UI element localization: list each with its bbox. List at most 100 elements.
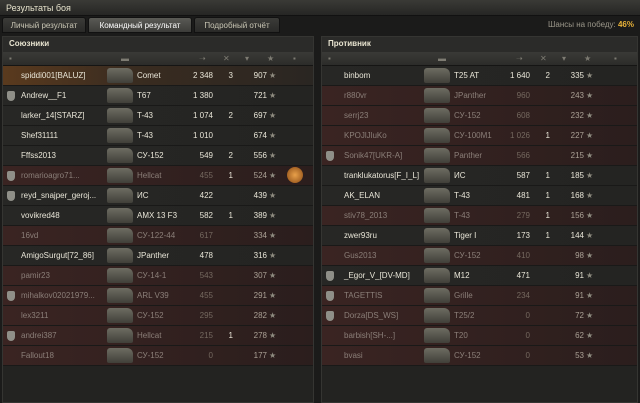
damage-value: 2 348 bbox=[192, 71, 213, 80]
player-row[interactable]: Sonik47[UKR-A] Panther 566 215 ★ bbox=[322, 146, 637, 166]
damage-value: 173 bbox=[516, 231, 530, 240]
tank-name: M12 bbox=[454, 271, 470, 280]
player-row[interactable]: tranklukatorus[F_I_L] ИС 587 1 185 ★ bbox=[322, 166, 637, 186]
damage-value: 279 bbox=[516, 211, 530, 220]
player-name[interactable]: _Egor_V_[DV-MD] bbox=[344, 271, 410, 280]
player-name[interactable]: binbom bbox=[344, 71, 370, 80]
player-row[interactable]: Dorza[DS_WS] T25/2 0 72 ★ bbox=[322, 306, 637, 326]
player-name[interactable]: Sonik47[UKR-A] bbox=[344, 151, 402, 160]
xp-value: 215 bbox=[570, 151, 584, 160]
player-name[interactable]: tranklukatorus[F_I_L] bbox=[344, 171, 419, 180]
player-row[interactable]: Andrew__F1 T67 1 380 721 ★ bbox=[3, 86, 313, 106]
star-icon: ★ bbox=[269, 311, 277, 320]
player-name[interactable]: TAGETTIS bbox=[344, 291, 383, 300]
damage-col-icon[interactable]: ➝ bbox=[199, 54, 206, 63]
medal-col-icon: ▪ bbox=[293, 54, 296, 63]
player-name[interactable]: vovikred48 bbox=[21, 211, 60, 220]
player-row[interactable]: TAGETTIS Grille 234 91 ★ bbox=[322, 286, 637, 306]
player-name[interactable]: AK_ELAN bbox=[344, 191, 380, 200]
player-row[interactable]: _Egor_V_[DV-MD] M12 471 91 ★ bbox=[322, 266, 637, 286]
tank-icon bbox=[107, 208, 133, 223]
tank-icon bbox=[107, 268, 133, 283]
player-row[interactable]: Fallout18 СУ-152 0 177 ★ bbox=[3, 346, 313, 366]
tab-personal-result[interactable]: Личный результат bbox=[2, 17, 86, 33]
tab-detailed-report[interactable]: Подробный отчёт bbox=[194, 17, 280, 33]
tank-icon bbox=[424, 68, 450, 83]
player-name[interactable]: andrei387 bbox=[21, 331, 57, 340]
player-row[interactable]: mihalkov02021979... ARL V39 455 291 ★ bbox=[3, 286, 313, 306]
player-name[interactable]: r880vr bbox=[344, 91, 367, 100]
player-name[interactable]: reyd_snajper_geroj... bbox=[21, 191, 96, 200]
title-bar: Результаты боя bbox=[0, 0, 640, 16]
player-name[interactable]: lex3211 bbox=[21, 311, 48, 320]
player-name[interactable]: serrj23 bbox=[344, 111, 368, 120]
player-name[interactable]: bvasi bbox=[344, 351, 363, 360]
tab-team-result[interactable]: Командный результат bbox=[88, 17, 192, 33]
player-row[interactable]: AK_ELAN T-43 481 1 168 ★ bbox=[322, 186, 637, 206]
player-row[interactable]: 16vd СУ-122-44 617 334 ★ bbox=[3, 226, 313, 246]
player-row[interactable]: binbom T25 AT 1 640 2 335 ★ bbox=[322, 66, 637, 86]
xp-col-icon[interactable]: ▾ bbox=[562, 54, 566, 63]
frags-value: 2 bbox=[228, 151, 233, 160]
player-row[interactable]: spiddi001[BALUZ] Comet 2 348 3 907 ★ bbox=[3, 66, 313, 86]
tank-icon bbox=[424, 268, 450, 283]
player-row[interactable]: lex3211 СУ-152 295 282 ★ bbox=[3, 306, 313, 326]
player-row[interactable]: Gus2013 СУ-152 410 98 ★ bbox=[322, 246, 637, 266]
player-name[interactable]: spiddi001[BALUZ] bbox=[21, 71, 85, 80]
player-name[interactable]: romarioagro71... bbox=[21, 171, 80, 180]
player-name[interactable]: Fallout18 bbox=[21, 351, 54, 360]
player-name[interactable]: barbish[SH-...] bbox=[344, 331, 395, 340]
star-col-icon[interactable]: ★ bbox=[267, 54, 274, 63]
player-name[interactable]: larker_14[STARZ] bbox=[21, 111, 84, 120]
player-row[interactable]: stiv78_2013 T-43 279 1 156 ★ bbox=[322, 206, 637, 226]
player-name[interactable]: stiv78_2013 bbox=[344, 211, 387, 220]
player-row[interactable]: Fffss2013 СУ-152 549 2 556 ★ bbox=[3, 146, 313, 166]
damage-col-icon[interactable]: ➝ bbox=[516, 54, 523, 63]
platoon-badge-icon bbox=[7, 331, 15, 341]
player-row[interactable]: barbish[SH-...] T20 0 62 ★ bbox=[322, 326, 637, 346]
player-name[interactable]: AmigoSurgut[72_86] bbox=[21, 251, 94, 260]
damage-value: 1 026 bbox=[509, 131, 530, 140]
player-row[interactable]: AmigoSurgut[72_86] JPanther 478 316 ★ bbox=[3, 246, 313, 266]
player-name[interactable]: 16vd bbox=[21, 231, 38, 240]
tank-icon bbox=[424, 88, 450, 103]
player-row[interactable]: zwer93ru Tiger I 173 1 144 ★ bbox=[322, 226, 637, 246]
xp-value: 907 bbox=[253, 71, 267, 80]
tank-name: СУ-122-44 bbox=[137, 231, 176, 240]
player-row[interactable]: andrei387 Hellcat 215 1 278 ★ bbox=[3, 326, 313, 346]
win-chance-value: 46% bbox=[617, 20, 634, 29]
frags-value: 1 bbox=[545, 211, 550, 220]
damage-value: 543 bbox=[199, 271, 213, 280]
frags-col-icon[interactable]: ✕ bbox=[540, 54, 547, 63]
player-row[interactable]: serrj23 СУ-152 608 232 ★ bbox=[322, 106, 637, 126]
damage-value: 295 bbox=[199, 311, 213, 320]
player-row[interactable]: romarioagro71... Hellcat 455 1 524 ★ bbox=[3, 166, 313, 186]
star-icon: ★ bbox=[269, 191, 277, 200]
player-row[interactable]: reyd_snajper_geroj... ИС 422 439 ★ bbox=[3, 186, 313, 206]
player-name[interactable]: Gus2013 bbox=[344, 251, 376, 260]
player-name[interactable]: Fffss2013 bbox=[21, 151, 56, 160]
xp-value: 439 bbox=[253, 191, 267, 200]
player-row[interactable]: r880vr JPanther 960 243 ★ bbox=[322, 86, 637, 106]
player-name[interactable]: Dorza[DS_WS] bbox=[344, 311, 398, 320]
player-name[interactable]: pamir23 bbox=[21, 271, 50, 280]
player-name[interactable]: KPOJlJluKo bbox=[344, 131, 387, 140]
tank-name: T-43 bbox=[137, 131, 154, 140]
xp-value: 307 bbox=[253, 271, 267, 280]
player-name[interactable]: Shef31111 bbox=[21, 131, 58, 140]
frags-col-icon[interactable]: ✕ bbox=[223, 54, 230, 63]
player-row[interactable]: KPOJlJluKo СУ-100М1 1 026 1 227 ★ bbox=[322, 126, 637, 146]
player-row[interactable]: pamir23 СУ-14-1 543 307 ★ bbox=[3, 266, 313, 286]
platoon-badge-icon bbox=[326, 311, 334, 321]
player-row[interactable]: Shef31111 T-43 1 010 674 ★ bbox=[3, 126, 313, 146]
player-row[interactable]: larker_14[STARZ] T-43 1 074 2 697 ★ bbox=[3, 106, 313, 126]
player-name[interactable]: Andrew__F1 bbox=[21, 91, 66, 100]
player-name[interactable]: zwer93ru bbox=[344, 231, 377, 240]
star-col-icon[interactable]: ★ bbox=[584, 54, 591, 63]
xp-col-icon[interactable]: ▾ bbox=[245, 54, 249, 63]
xp-value: 144 bbox=[570, 231, 584, 240]
player-name[interactable]: mihalkov02021979... bbox=[21, 291, 95, 300]
frags-value: 1 bbox=[545, 131, 550, 140]
player-row[interactable]: bvasi СУ-152 0 53 ★ bbox=[322, 346, 637, 366]
player-row[interactable]: vovikred48 AMX 13 F3 582 1 389 ★ bbox=[3, 206, 313, 226]
